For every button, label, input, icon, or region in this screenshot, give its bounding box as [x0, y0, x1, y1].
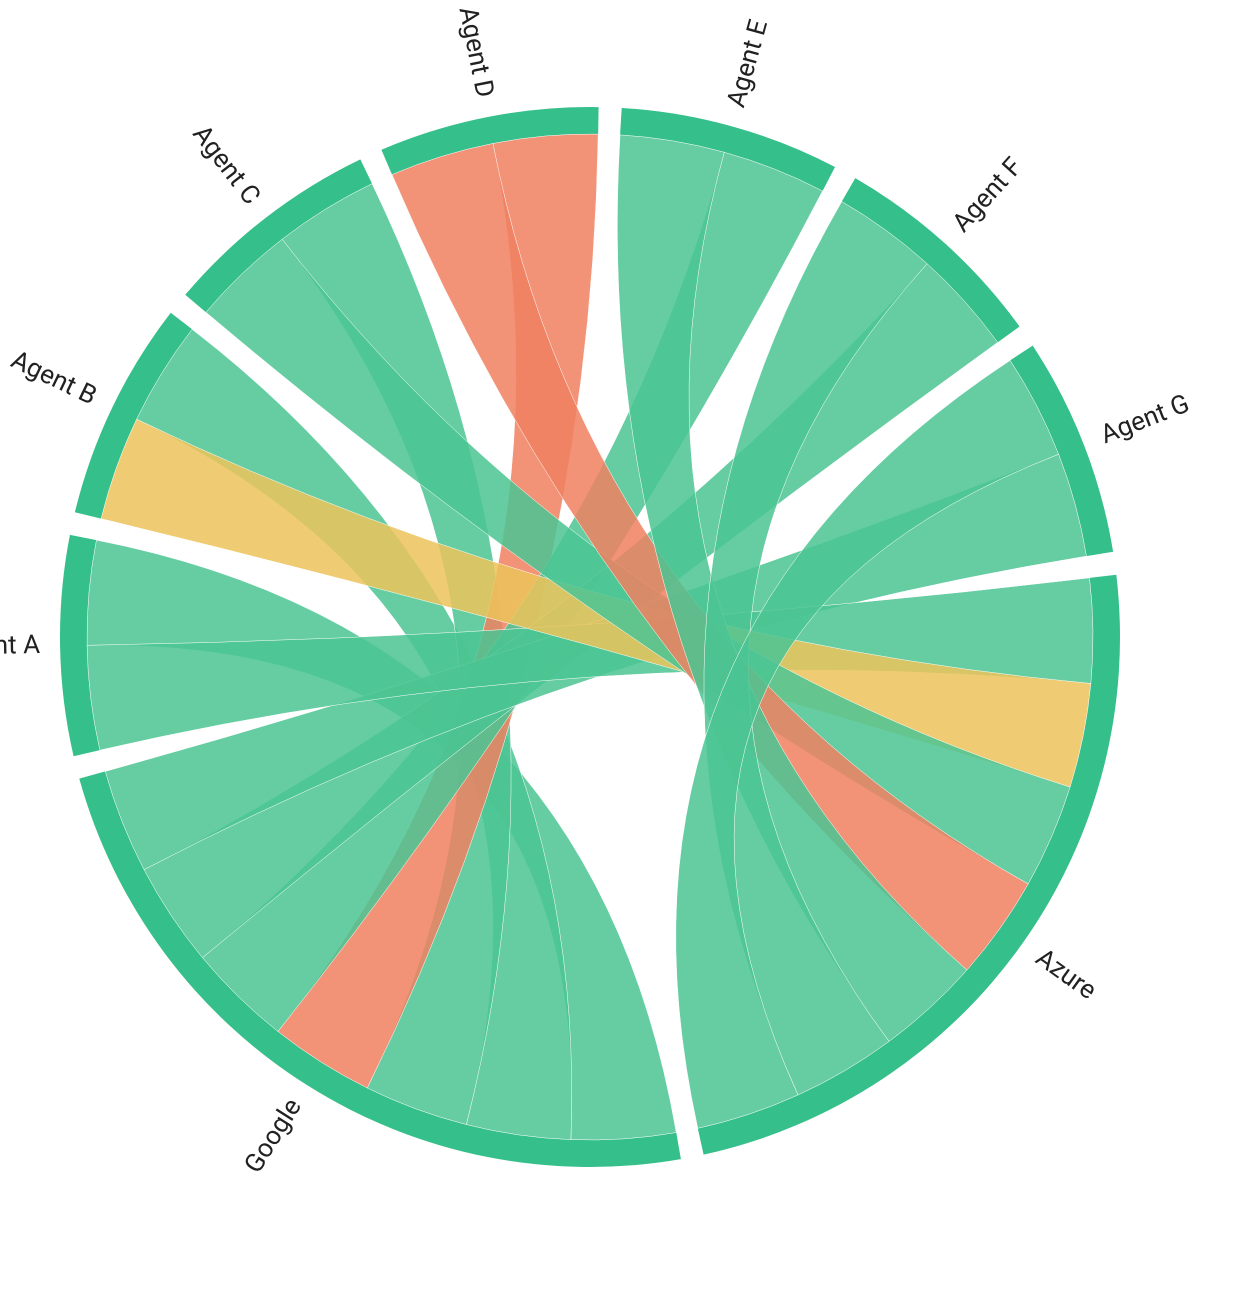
label-agent_b: Agent B	[6, 345, 101, 411]
label-google: Google	[239, 1093, 308, 1178]
label-agent_c: Agent C	[186, 120, 266, 211]
chord-chart: Agent A Agent B Agent C Agent D Agent E Agent…	[0, 0, 1244, 1306]
label-agent_e: Agent E	[721, 16, 774, 110]
label-agent_g: Agent G	[1097, 389, 1194, 451]
chord-svg: Agent A Agent B Agent C Agent D Agent E Agent…	[0, 0, 1244, 1306]
label-agent_d: Agent D	[453, 4, 500, 100]
label-azure: Azure	[1030, 943, 1102, 1006]
ribbons	[87, 134, 1093, 1140]
label-agent_a: Agent A	[0, 630, 40, 662]
label-agent_f: Agent F	[947, 152, 1029, 238]
